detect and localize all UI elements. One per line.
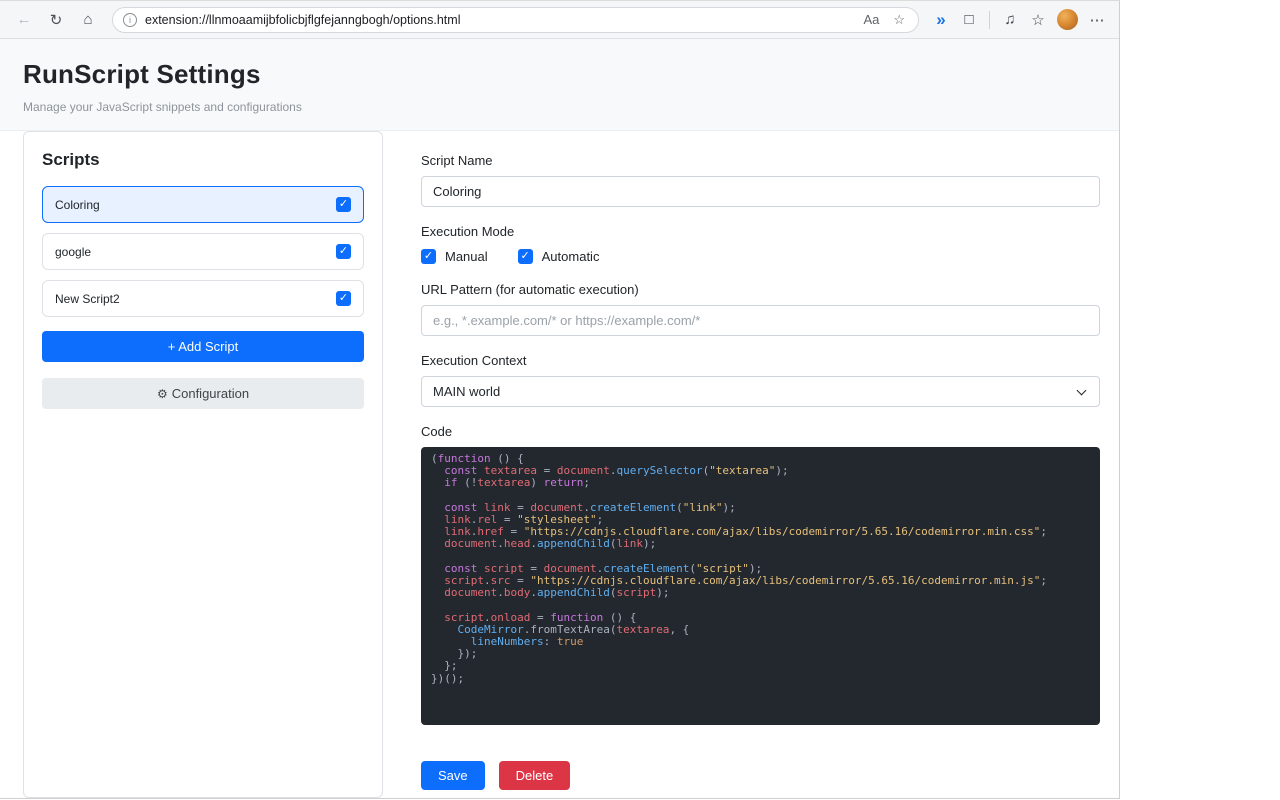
save-button[interactable]: Save	[421, 761, 485, 790]
execution-mode-group: Execution Mode ✓ Manual ✓ Automatic	[421, 224, 1100, 265]
add-script-button[interactable]: + Add Script	[42, 331, 364, 362]
execution-context-select[interactable]: MAIN world	[421, 376, 1100, 407]
chevron-down-icon	[1076, 385, 1087, 396]
sidebar-toggle-icon[interactable]: »	[929, 8, 953, 32]
configuration-button-label: Configuration	[171, 386, 250, 401]
execution-mode-option[interactable]: ✓ Manual	[421, 249, 488, 264]
execution-context-group: Execution Context MAIN world	[421, 353, 1100, 407]
execution-mode-options: ✓ Manual ✓ Automatic	[421, 247, 1100, 265]
execution-mode-option[interactable]: ✓ Automatic	[517, 249, 600, 264]
url-pattern-label: URL Pattern (for automatic execution)	[421, 282, 639, 297]
extension-2-icon[interactable]: ☆	[1026, 8, 1050, 32]
code-line: document.body.appendChild(script);	[444, 586, 670, 600]
code-line: })();	[431, 671, 465, 685]
collections-icon[interactable]: □	[957, 8, 981, 32]
refresh-icon: ↻	[49, 11, 63, 29]
configuration-button[interactable]: ⚙ Configuration	[42, 378, 364, 409]
script-item-name: Coloring	[55, 197, 100, 212]
url-pattern-input[interactable]	[421, 305, 1100, 336]
page-title: RunScript Settings	[23, 59, 261, 89]
execution-mode-checkbox[interactable]: ✓	[517, 249, 533, 264]
execution-mode-checkbox[interactable]: ✓	[421, 249, 436, 264]
execution-mode-option-label: Manual	[445, 249, 488, 264]
script-enabled-checkbox[interactable]: ✓	[336, 291, 351, 306]
page-header: RunScript Settings Manage your JavaScrip…	[0, 39, 1119, 131]
script-item-name: New Script2	[55, 291, 120, 306]
address-bar[interactable]: i extension://llnmoaamijbfolicbjflgfejan…	[112, 6, 919, 33]
code-line: });	[431, 647, 478, 661]
execution-context-value: MAIN world	[433, 384, 501, 399]
script-item[interactable]: New Script2 ✓	[42, 280, 364, 317]
back-icon: ←	[16, 11, 32, 28]
code-line: };	[431, 659, 458, 673]
browser-window: ← ↻ ⌂ i extension://llnmoaamijbfolicbjfl…	[0, 0, 1120, 799]
code-line: document.head.appendChild(link);	[444, 537, 657, 551]
home-button[interactable]: ⌂	[74, 6, 102, 34]
script-enabled-checkbox[interactable]: ✓	[336, 197, 351, 212]
code-label: Code	[421, 424, 453, 439]
code-editor[interactable]: (function () { const textarea = document…	[421, 447, 1100, 725]
profile-avatar[interactable]	[1057, 9, 1078, 30]
home-icon: ⌂	[83, 11, 93, 28]
scripts-heading: Scripts	[42, 150, 100, 169]
script-enabled-checkbox[interactable]: ✓	[336, 244, 351, 259]
code-group: Code (function () { const textarea = doc…	[421, 424, 1100, 725]
script-item[interactable]: Coloring ✓	[42, 186, 364, 223]
script-name-input[interactable]	[421, 176, 1100, 207]
page-subtitle: Manage your JavaScript snippets and conf…	[23, 100, 302, 114]
script-item[interactable]: google ✓	[42, 233, 364, 270]
site-info-icon[interactable]: i	[123, 12, 137, 27]
extension-1-icon[interactable]: ♫	[998, 8, 1022, 32]
back-button[interactable]: ←	[10, 6, 38, 34]
browser-toolbar: ← ↻ ⌂ i extension://llnmoaamijbfolicbjfl…	[0, 1, 1119, 39]
add-favorite-icon[interactable]: ☆	[890, 12, 908, 28]
desktop: ← ↻ ⌂ i extension://llnmoaamijbfolicbjfl…	[0, 0, 1280, 800]
scripts-list: Coloring ✓ google ✓ New Script2 ✓	[42, 186, 364, 317]
script-item-name: google	[55, 244, 92, 259]
browser-menu-icon[interactable]: ⋯	[1085, 8, 1109, 32]
page-content: Scripts Coloring ✓ google ✓ New Script2 ✓ + A…	[0, 131, 1119, 798]
scripts-panel: Scripts Coloring ✓ google ✓ New Script2 ✓ + A…	[23, 131, 383, 798]
toolbar-divider	[989, 10, 990, 29]
script-name-group: Script Name	[421, 153, 1100, 207]
code-line: if (!textarea) return;	[444, 476, 590, 490]
gear-icon: ⚙	[156, 387, 168, 401]
execution-context-label: Execution Context	[421, 353, 527, 368]
execution-mode-option-label: Automatic	[541, 249, 600, 264]
url-text[interactable]: extension://llnmoaamijbfolicbjflgfejanng…	[145, 13, 852, 27]
url-pattern-group: URL Pattern (for automatic execution)	[421, 282, 1100, 336]
script-editor-form: Script Name Execution Mode ✓ Manual ✓ Autom…	[383, 131, 1119, 798]
refresh-button[interactable]: ↻	[42, 6, 70, 34]
options-page: RunScript Settings Manage your JavaScrip…	[0, 39, 1119, 798]
translate-icon[interactable]: Aa	[860, 12, 882, 27]
script-name-label: Script Name	[421, 153, 493, 168]
form-actions: Save Delete	[421, 761, 1100, 790]
code-line: lineNumbers: true	[470, 635, 584, 648]
delete-button[interactable]: Delete	[498, 761, 571, 790]
execution-mode-label: Execution Mode	[421, 224, 515, 239]
